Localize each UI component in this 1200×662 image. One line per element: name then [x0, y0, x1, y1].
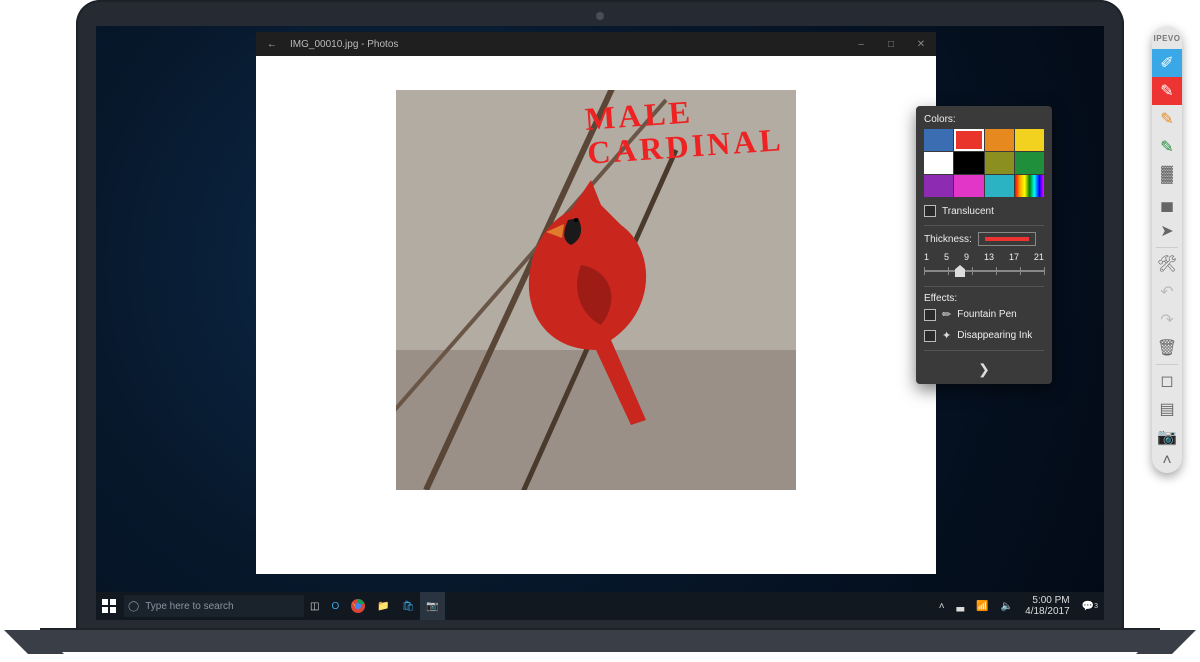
- close-button[interactable]: ✕: [906, 39, 936, 50]
- maximize-button[interactable]: □: [876, 39, 906, 50]
- photos-titlebar: ← IMG_00010.jpg - Photos – □ ✕: [256, 32, 936, 56]
- toolbar-separator-2: [1156, 364, 1178, 365]
- color-swatch[interactable]: [954, 152, 983, 174]
- edge-icon[interactable]: O: [325, 592, 345, 620]
- color-swatch[interactable]: [924, 152, 953, 174]
- photo-canvas[interactable]: MALE CARDINAL: [256, 56, 936, 574]
- windows-taskbar: ◯ Type here to search ◫ O 📁 🛍 📷 ˄ ▃ 📶 🔈 …: [96, 592, 1104, 620]
- green-pen-tool-button[interactable]: ✎: [1152, 133, 1182, 161]
- pen-tool-button[interactable]: ✎: [1152, 77, 1182, 105]
- fountain-pen-checkbox[interactable]: [924, 309, 936, 321]
- thickness-tick-label: 9: [964, 252, 969, 262]
- thickness-tick-label: 17: [1009, 252, 1019, 262]
- draw-mode-button[interactable]: ✐: [1152, 49, 1182, 77]
- disappearing-ink-checkbox[interactable]: [924, 330, 936, 342]
- color-swatch[interactable]: [985, 175, 1014, 197]
- taskbar-clock[interactable]: 5:00 PM 4/18/2017: [1019, 595, 1076, 617]
- color-swatch[interactable]: [954, 129, 983, 151]
- thickness-tick-label: 5: [944, 252, 949, 262]
- thickness-tick-label: 21: [1034, 252, 1044, 262]
- hand-annotation: MALE CARDINAL: [584, 89, 785, 170]
- minimize-button[interactable]: –: [846, 39, 876, 50]
- ipevo-toolbar: IPEVO ✐ ✎ ✎ ✎ ▓ ▄ ➤ 🛠 ↶ ↷ 🗑 ◻ ▤ 📷 ˄: [1152, 26, 1182, 473]
- color-swatch[interactable]: [1015, 129, 1044, 151]
- translucent-checkbox[interactable]: [924, 205, 936, 217]
- collapse-toolbar-button[interactable]: ˄: [1152, 451, 1182, 471]
- notification-count: 3: [1094, 603, 1098, 610]
- translucent-label: Translucent: [942, 206, 994, 217]
- fountain-pen-icon: ✏: [942, 308, 951, 321]
- clock-time: 5:00 PM: [1025, 595, 1070, 606]
- highlighter-tool-button[interactable]: ✎: [1152, 105, 1182, 133]
- photos-taskbar-icon[interactable]: 📷: [420, 592, 444, 620]
- thickness-thumb[interactable]: [955, 265, 965, 277]
- fountain-pen-label: Fountain Pen: [957, 309, 1017, 320]
- search-placeholder: Type here to search: [145, 601, 233, 612]
- thickness-preview: [978, 232, 1036, 246]
- disappearing-ink-icon: ✦: [942, 329, 951, 342]
- photos-app-window: ← IMG_00010.jpg - Photos – □ ✕: [256, 32, 936, 574]
- tray-chevron-icon[interactable]: ˄: [933, 592, 951, 620]
- color-swatch[interactable]: [924, 175, 953, 197]
- back-button[interactable]: ←: [262, 39, 282, 50]
- clock-date: 4/18/2017: [1025, 606, 1070, 617]
- thickness-ticks: 1 5 9 13 17 21: [924, 252, 1044, 262]
- camera-button[interactable]: 📷: [1152, 423, 1182, 451]
- file-explorer-icon[interactable]: 📁: [371, 592, 395, 620]
- eraser-tool-button[interactable]: ▄: [1152, 189, 1182, 217]
- toolbox-button[interactable]: 🛠: [1152, 250, 1182, 278]
- pen-settings-popup: Colors: Translucent Thickness: 1 5 9 13 17 21…: [916, 106, 1052, 384]
- color-swatch[interactable]: [1015, 152, 1044, 174]
- volume-icon[interactable]: 🔈: [995, 592, 1019, 620]
- undo-button[interactable]: ↶: [1152, 278, 1182, 306]
- chrome-icon[interactable]: [345, 592, 371, 620]
- cortana-icon: ◯: [128, 601, 139, 612]
- battery-icon[interactable]: ▃: [951, 592, 971, 620]
- color-swatch[interactable]: [954, 175, 983, 197]
- store-icon[interactable]: 🛍: [396, 592, 421, 620]
- next-page-button[interactable]: ❯: [924, 357, 1044, 380]
- wifi-icon[interactable]: 📶: [970, 592, 994, 620]
- thickness-label: Thickness:: [924, 234, 972, 245]
- disappearing-ink-label: Disappearing Ink: [957, 330, 1032, 341]
- task-view-button[interactable]: ◫: [304, 592, 325, 620]
- desktop-screen: ← IMG_00010.jpg - Photos – □ ✕: [96, 26, 1104, 620]
- trash-button[interactable]: 🗑: [1152, 334, 1182, 362]
- thickness-slider[interactable]: [924, 264, 1044, 278]
- colors-label: Colors:: [924, 114, 1044, 125]
- thickness-tick-label: 1: [924, 252, 929, 262]
- redo-button[interactable]: ↷: [1152, 306, 1182, 334]
- cursor-tool-button[interactable]: ➤: [1152, 217, 1182, 245]
- effects-label: Effects:: [924, 293, 1044, 304]
- toolbar-separator: [1156, 247, 1178, 248]
- thickness-tick-label: 13: [984, 252, 994, 262]
- start-button[interactable]: [96, 592, 122, 620]
- color-swatch[interactable]: [985, 152, 1014, 174]
- action-center-icon[interactable]: 💬3: [1076, 592, 1104, 620]
- laptop-base: [40, 628, 1160, 652]
- color-swatch[interactable]: [924, 129, 953, 151]
- multi-board-button[interactable]: ▤: [1152, 395, 1182, 423]
- color-swatches: [924, 129, 1044, 197]
- stamp-tool-button[interactable]: ▓: [1152, 161, 1182, 189]
- ipevo-brand: IPEVO: [1154, 30, 1181, 49]
- webcam-dot: [596, 12, 604, 20]
- whiteboard-button[interactable]: ◻: [1152, 367, 1182, 395]
- color-swatch[interactable]: [1015, 175, 1044, 197]
- window-title: IMG_00010.jpg - Photos: [282, 39, 398, 50]
- color-swatch[interactable]: [985, 129, 1014, 151]
- taskbar-search[interactable]: ◯ Type here to search: [124, 595, 304, 617]
